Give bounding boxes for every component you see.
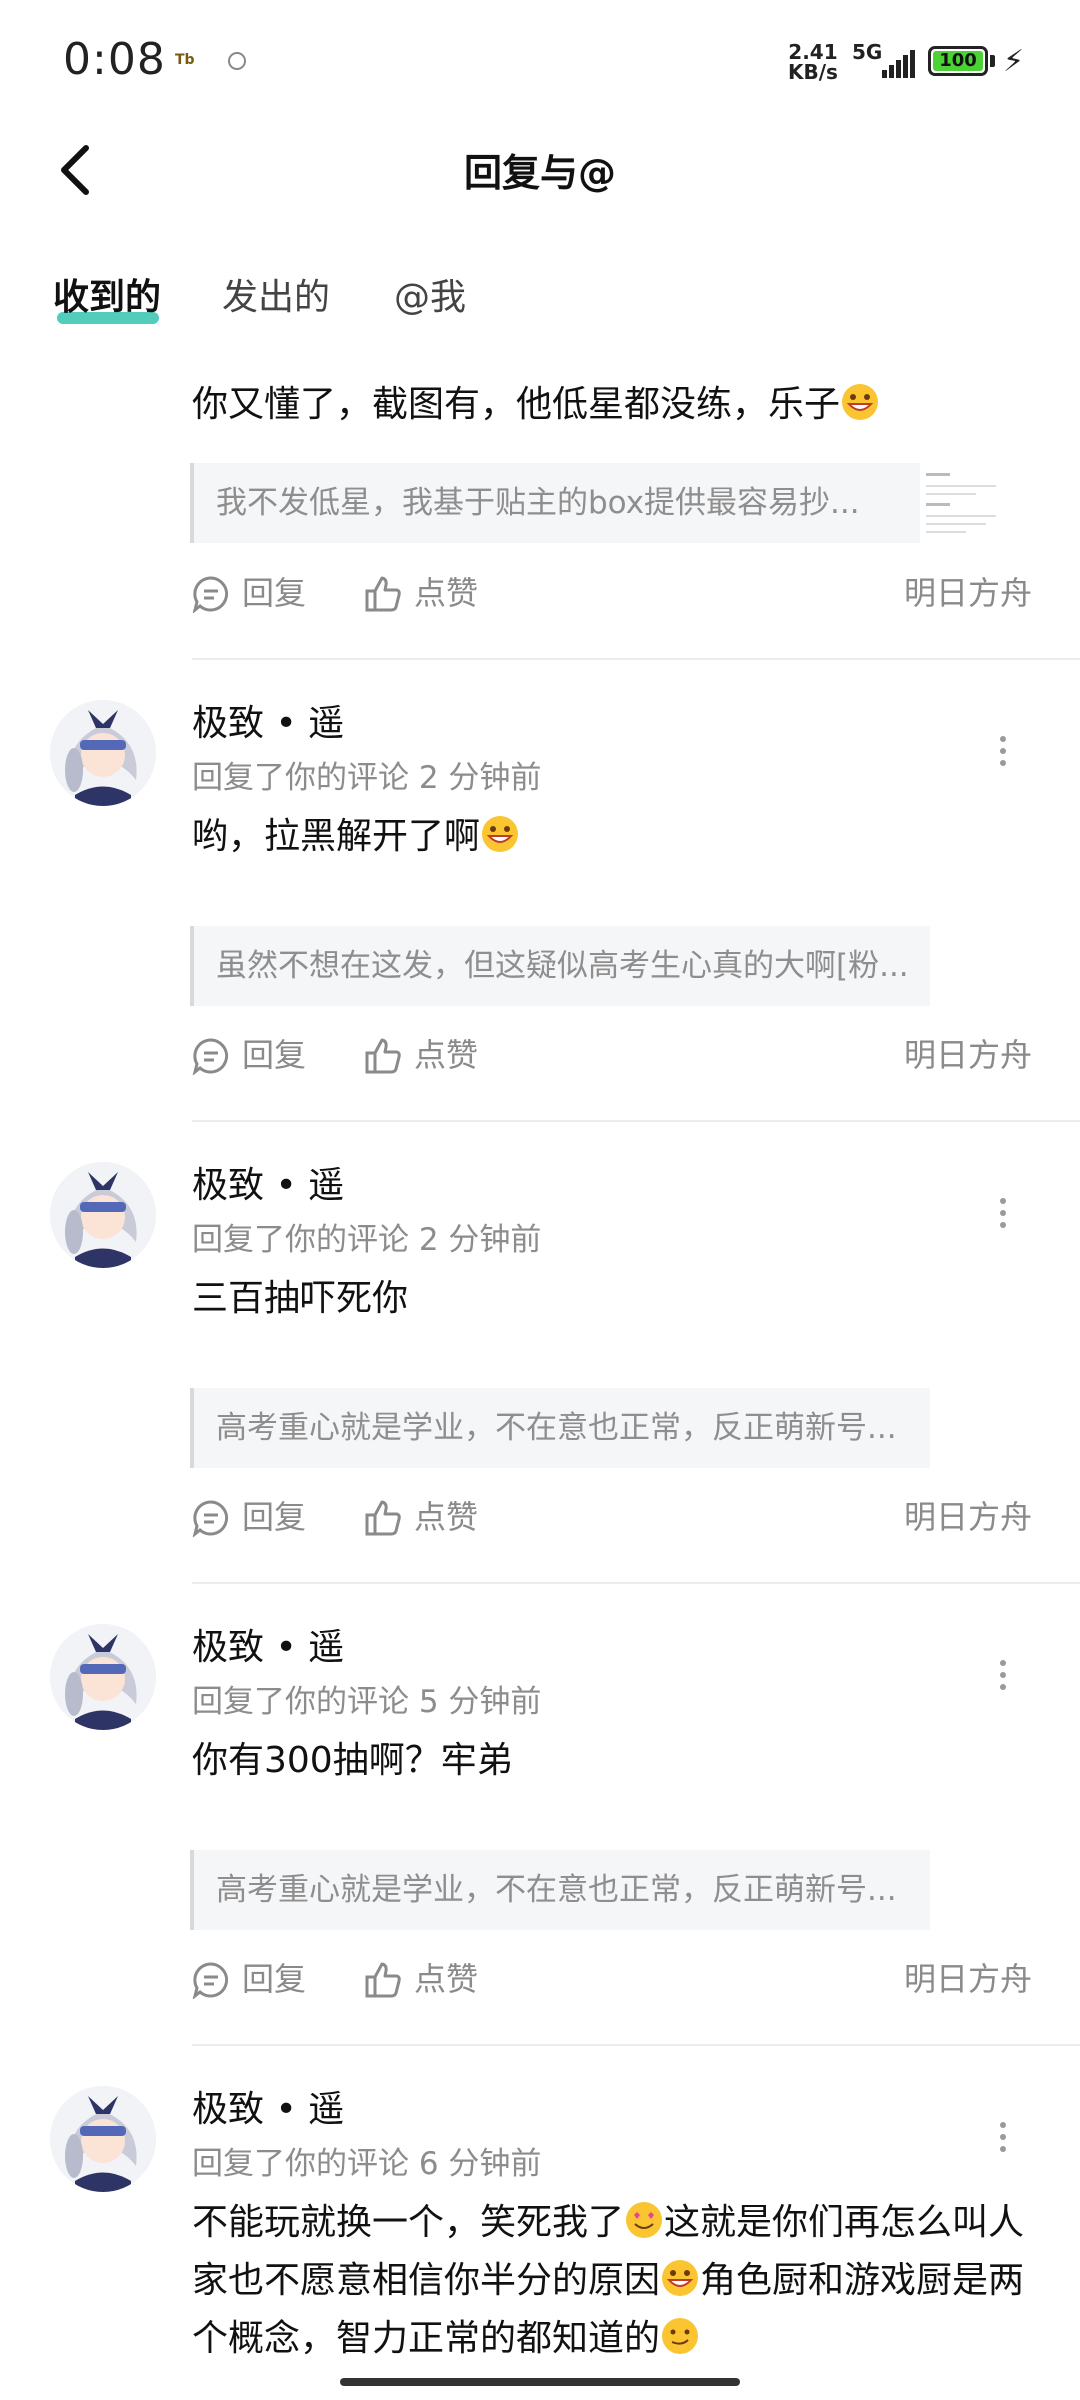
battery-icon: 100 (928, 46, 988, 76)
avatar[interactable] (50, 2086, 156, 2192)
user-name[interactable]: 极致 • 遥 (192, 1618, 344, 1670)
comment-text: 你又懂了，截图有，他低星都没练，乐子 (192, 384, 841, 425)
avatar[interactable] (50, 700, 156, 806)
reply-label: 回复 (242, 1960, 307, 1998)
tab-bar: 收到的 发出的 @我 (0, 258, 1080, 328)
list-item[interactable]: 极致 • 遥 回复了你的评论 5 分钟前 你有300抽啊？牢弟 高考重心就是学业… (0, 1584, 1080, 2046)
comment-icon (192, 1962, 229, 1999)
quoted-comment[interactable]: 高考重心就是学业，不在意也正常，反正萌新号... (190, 1850, 930, 1930)
charging-icon: ⚡ (1003, 44, 1025, 79)
action-row: 回复 点赞 明日方舟 (192, 568, 1032, 618)
status-bar: 0:08 Tb 2.41 KB/s 5G 100 ⚡ (0, 0, 1080, 120)
user-name[interactable]: 极致 • 遥 (192, 1156, 344, 1208)
page-title: 回复与@ (463, 151, 616, 195)
comment-icon (192, 1500, 229, 1537)
thumbs-up-icon (365, 1962, 401, 1998)
comment-content: 哟，拉黑解开了啊 (192, 808, 1032, 866)
anime-avatar-image (50, 700, 156, 806)
more-options-button[interactable] (998, 736, 1008, 772)
reply-label: 回复 (242, 574, 307, 612)
user-name[interactable]: 极致 • 遥 (192, 2080, 344, 2132)
home-indicator[interactable] (340, 2378, 740, 2386)
action-row: 回复 点赞 明日方舟 (192, 1954, 1032, 2004)
tab-sent[interactable]: 发出的 (222, 268, 330, 320)
reply-label: 回复 (242, 1498, 307, 1536)
comment-content: 三百抽吓死你 (192, 1278, 409, 1319)
like-label: 点赞 (414, 1036, 479, 1074)
quoted-comment[interactable]: 高考重心就是学业，不在意也正常，反正萌新号... (190, 1388, 930, 1468)
clock: 0:08 (63, 34, 166, 85)
like-label: 点赞 (414, 1960, 479, 1998)
battery-level: 100 (933, 51, 983, 71)
signal-icon (882, 48, 915, 78)
like-label: 点赞 (414, 1498, 479, 1536)
quoted-comment[interactable]: 我不发低星，我基于贴主的box提供最容易抄... (190, 463, 920, 543)
app-notification-icon: Tb (175, 52, 195, 68)
reply-meta: 回复了你的评论 6 分钟前 (192, 2146, 542, 2182)
reply-list: 你又懂了，截图有，他低星都没练，乐子 我不发低星，我基于贴主的box提供最容易抄… (0, 330, 1080, 2400)
app-notification-icon-2 (228, 52, 246, 70)
list-item[interactable]: 极致 • 遥 回复了你的评论 2 分钟前 哟，拉黑解开了啊 虽然不想在这发，但这… (0, 660, 1080, 1122)
topic-tag[interactable]: 明日方舟 (904, 1954, 1032, 2004)
heart-eyes-emoji-icon (626, 2202, 663, 2238)
network-speed-value: 2.41 (788, 40, 838, 64)
comment-icon (192, 1038, 229, 1075)
anime-avatar-image (50, 1162, 156, 1268)
network-type: 5G (852, 40, 883, 64)
thumbs-up-icon (365, 1500, 401, 1536)
user-name[interactable]: 极致 • 遥 (192, 694, 344, 746)
network-speed-unit: KB/s (788, 60, 838, 84)
more-options-button[interactable] (998, 1198, 1008, 1234)
comment-content: 不能玩就换一个，笑死我了 这就是你们再怎么叫人家也不愿意相信你半分的原因 角色厨和游… (192, 2194, 1032, 2368)
topic-tag[interactable]: 明日方舟 (904, 568, 1032, 618)
comment-content: 你又懂了，截图有，他低星都没练，乐子 (192, 376, 1032, 434)
topic-tag[interactable]: 明日方舟 (904, 1492, 1032, 1542)
comment-text: 不能玩就换一个，笑死我了 (192, 2202, 625, 2243)
thumbs-up-icon (365, 1038, 401, 1074)
app-header: 回复与@ (0, 120, 1080, 220)
comment-text: 哟，拉黑解开了啊 (192, 816, 481, 857)
comment-icon (192, 576, 229, 613)
tab-mentions[interactable]: @我 (394, 268, 466, 320)
grin-emoji-icon (482, 816, 519, 852)
reply-meta: 回复了你的评论 2 分钟前 (192, 760, 542, 796)
reply-meta: 回复了你的评论 2 分钟前 (192, 1222, 542, 1258)
topic-tag[interactable]: 明日方舟 (904, 1030, 1032, 1080)
avatar[interactable] (50, 1624, 156, 1730)
network-speed: 2.41 KB/s (788, 42, 838, 82)
more-options-button[interactable] (998, 1660, 1008, 1696)
grin-emoji-icon (842, 384, 879, 420)
grin-emoji-icon (662, 2260, 699, 2296)
quoted-comment[interactable]: 虽然不想在这发，但这疑似高考生心真的大啊[粉... (190, 926, 930, 1006)
reply-label: 回复 (242, 1036, 307, 1074)
avatar[interactable] (50, 1162, 156, 1268)
reply-meta: 回复了你的评论 5 分钟前 (192, 1684, 542, 1720)
thumbs-up-icon (365, 576, 401, 612)
like-label: 点赞 (414, 574, 479, 612)
action-row: 回复 点赞 明日方舟 (192, 1492, 1032, 1542)
list-item[interactable]: 极致 • 遥 回复了你的评论 2 分钟前 三百抽吓死你 高考重心就是学业，不在意… (0, 1122, 1080, 1584)
more-options-button[interactable] (998, 2122, 1008, 2158)
battery-tip (990, 55, 995, 67)
comment-content: 你有300抽啊？牢弟 (192, 1740, 513, 1781)
anime-avatar-image (50, 2086, 156, 2192)
action-row: 回复 点赞 明日方舟 (192, 1030, 1032, 1080)
smirk-emoji-icon (662, 2318, 699, 2354)
list-item[interactable]: 你又懂了，截图有，他低星都没练，乐子 我不发低星，我基于贴主的box提供最容易抄… (0, 330, 1080, 660)
screenshot-thumbnail[interactable] (920, 463, 1000, 543)
list-item[interactable]: 极致 • 遥 回复了你的评论 6 分钟前 不能玩就换一个，笑死我了 这就是你们再怎… (0, 2046, 1080, 2400)
anime-avatar-image (50, 1624, 156, 1730)
tab-received[interactable]: 收到的 (53, 268, 161, 320)
